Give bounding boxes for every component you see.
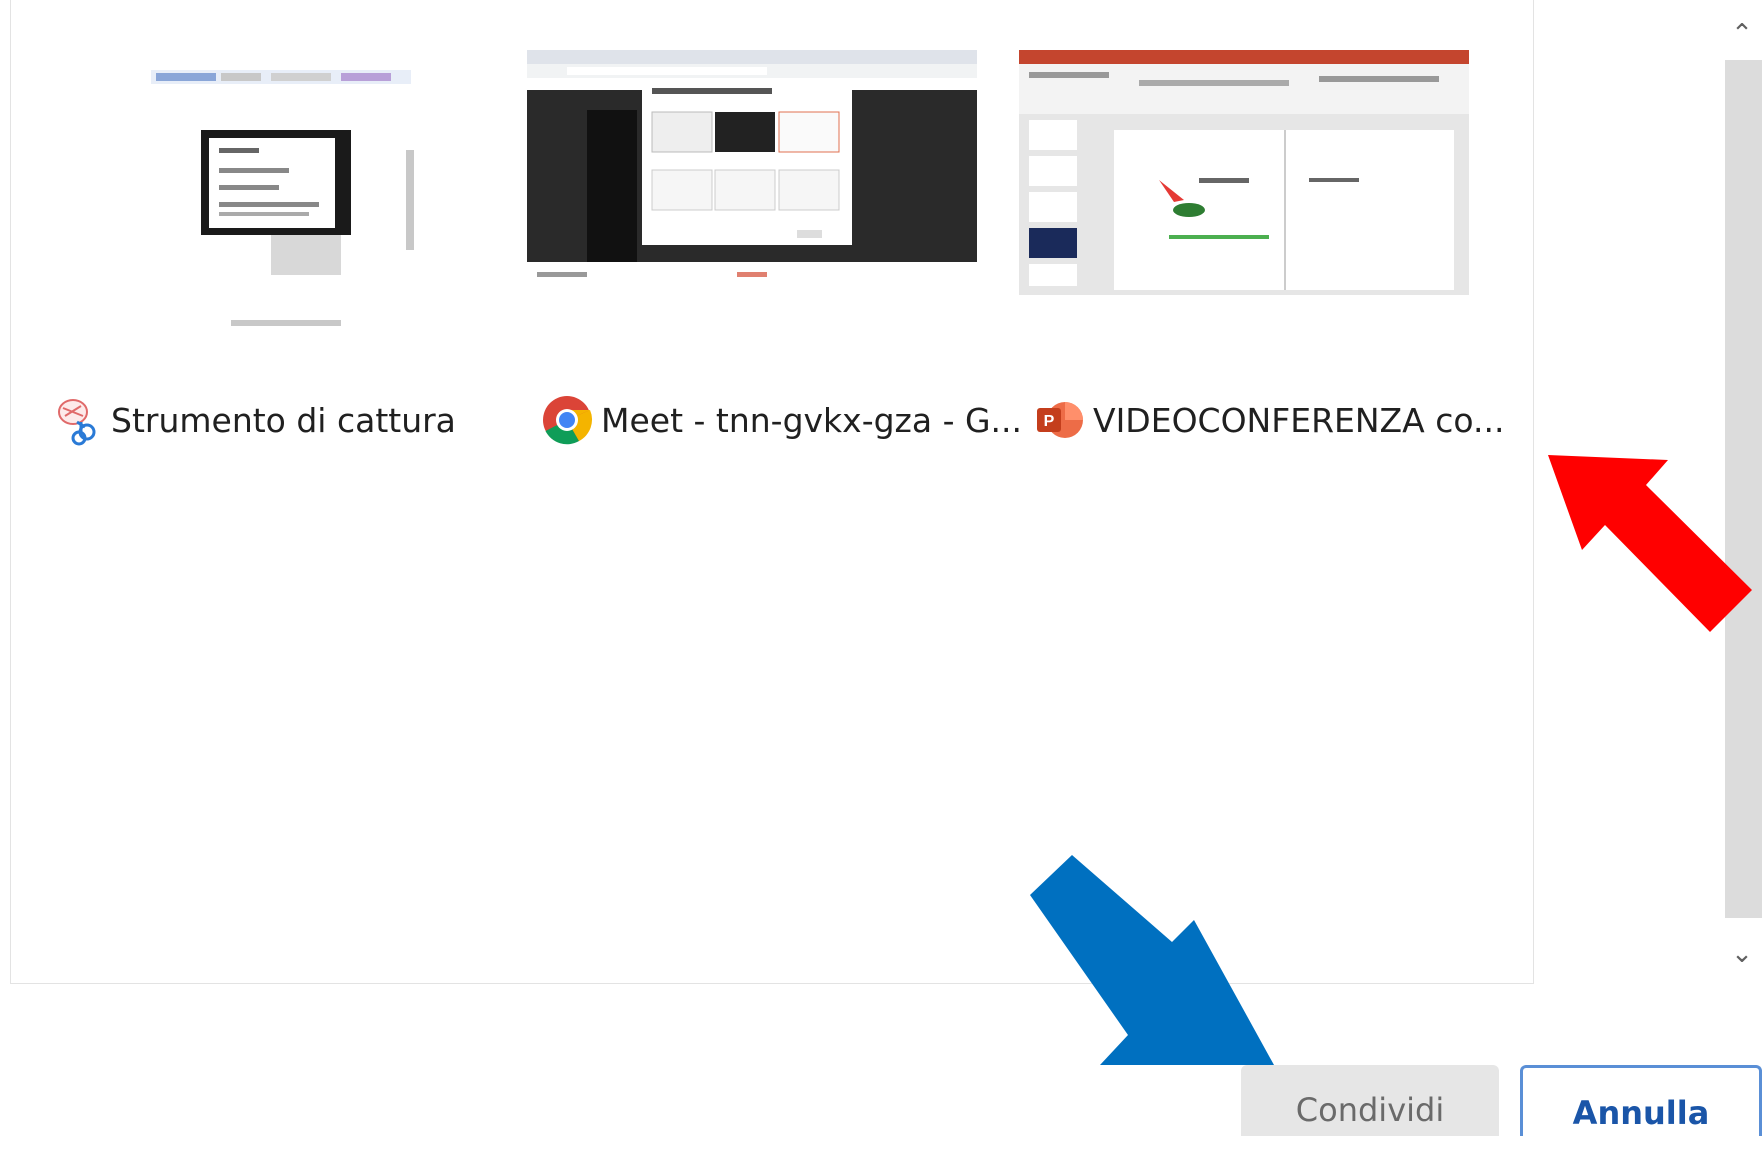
window-label: VIDEOCONFERENZA co... [1093,400,1505,440]
window-label-row: P VIDEOCONFERENZA co... [1033,395,1573,445]
share-button[interactable]: Condividi [1241,1065,1499,1136]
window-picker-pane: Strumento di cattura Meet - tnn-gvkx-gza… [10,0,1534,984]
svg-text:P: P [1044,413,1055,430]
powerpoint-icon: P [1037,402,1083,438]
blue-annotation-arrow [1030,855,1274,1065]
scroll-down-icon[interactable]: ⌄ [1728,940,1756,968]
window-tile-powerpoint[interactable]: P VIDEOCONFERENZA co... [1019,40,1559,470]
powerpoint-thumbnail [1019,50,1469,295]
window-label: Meet - tnn-gvkx-gza - G... [601,400,1023,440]
window-label-row: Strumento di cattura [51,395,591,446]
window-tile-meet[interactable]: Meet - tnn-gvkx-gza - G... [527,40,1067,470]
meet-thumbnail [527,50,977,290]
snipping-tool-icon [58,399,96,446]
red-annotation-arrow [1548,455,1752,632]
scroll-up-icon[interactable]: ⌃ [1728,20,1756,48]
cancel-button[interactable]: Annulla [1520,1065,1762,1136]
chrome-icon [543,396,593,445]
window-label-row: Meet - tnn-gvkx-gza - G... [541,395,1081,445]
window-label: Strumento di cattura [111,400,456,440]
